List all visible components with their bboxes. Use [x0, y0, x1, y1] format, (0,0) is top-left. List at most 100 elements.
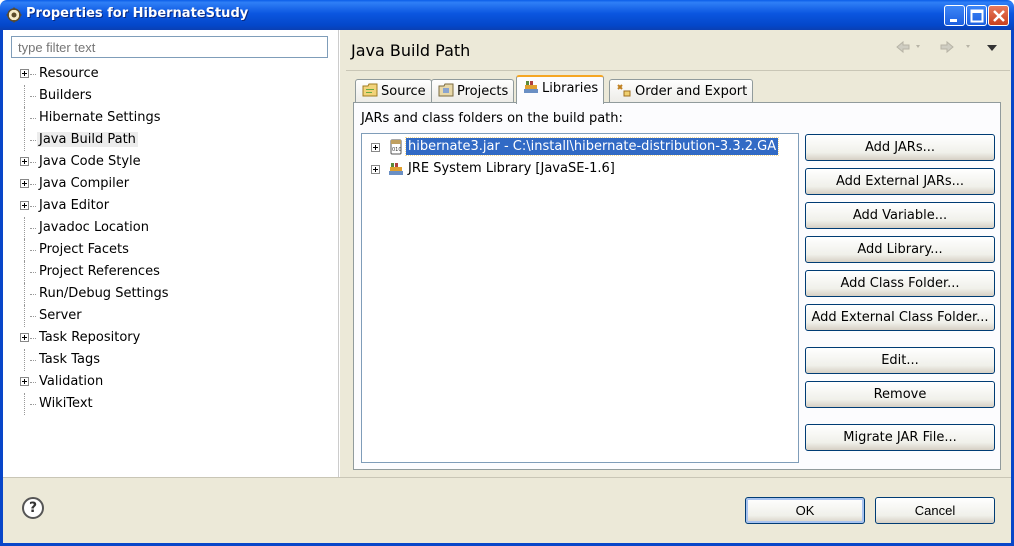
libraries-icon	[524, 81, 538, 93]
tree-item-label: Resource	[39, 66, 99, 81]
tree-item[interactable]: Javadoc Location	[0, 217, 336, 239]
back-nav-icon[interactable]	[894, 40, 930, 54]
tree-connector	[30, 118, 36, 119]
tree-connector	[30, 316, 36, 317]
window-title: Properties for HibernateStudy	[26, 6, 249, 21]
list-item-hibernate-jar[interactable]: 010 hibernate3.jar - C:\install\hibernat…	[362, 136, 798, 158]
tree-connector	[24, 129, 25, 151]
tree-item[interactable]: Task Tags	[0, 349, 336, 371]
tree-connector	[24, 393, 25, 415]
svg-text:010: 010	[392, 147, 402, 153]
expand-icon[interactable]	[20, 69, 29, 78]
tree-item[interactable]: Java Compiler	[0, 173, 336, 195]
tree-item[interactable]: Java Build Path	[0, 129, 336, 151]
migrate-jar-button[interactable]: Migrate JAR File...	[805, 424, 995, 451]
tab-libraries[interactable]: Libraries	[516, 75, 605, 104]
tree-item-label: Server	[39, 308, 82, 323]
close-button[interactable]	[988, 5, 1009, 26]
tree-item-label: Javadoc Location	[39, 220, 149, 235]
tree-connector	[30, 250, 36, 251]
order-export-icon	[617, 84, 631, 97]
add-external-class-folder-button[interactable]: Add External Class Folder...	[805, 304, 995, 331]
tree-item[interactable]: Hibernate Settings	[0, 107, 336, 129]
tree-item[interactable]: WikiText	[0, 393, 336, 415]
tree-connector	[30, 338, 36, 339]
minimize-icon	[950, 19, 957, 22]
remove-button[interactable]: Remove	[805, 381, 995, 408]
tab-projects-label: Projects	[457, 84, 509, 99]
expand-icon[interactable]	[20, 201, 29, 210]
tree-item[interactable]: Validation	[0, 371, 336, 393]
tree-item[interactable]: Builders	[0, 85, 336, 107]
add-external-jars-button[interactable]: Add External JARs...	[805, 168, 995, 195]
build-path-description: JARs and class folders on the build path…	[361, 111, 623, 126]
tree-connector	[30, 96, 36, 97]
add-variable-button[interactable]: Add Variable...	[805, 202, 995, 229]
expand-icon[interactable]	[371, 165, 380, 174]
ok-button[interactable]: OK	[745, 497, 865, 524]
tree-item-label: Run/Debug Settings	[39, 286, 169, 301]
tree-item[interactable]: Project References	[0, 261, 336, 283]
tree-connector	[24, 85, 25, 107]
tree-connector	[30, 140, 36, 141]
tree-connector	[30, 184, 36, 185]
tree-item-label: Validation	[39, 374, 104, 389]
expand-icon[interactable]	[20, 333, 29, 342]
add-library-button[interactable]: Add Library...	[805, 236, 995, 263]
expand-icon[interactable]	[20, 157, 29, 166]
tree-item[interactable]: Project Facets	[0, 239, 336, 261]
tree-item-label: Project References	[39, 264, 160, 279]
tree-item-label: Java Code Style	[39, 154, 141, 169]
view-menu-icon[interactable]	[985, 43, 999, 53]
tree-connector	[24, 261, 25, 283]
build-path-list[interactable]: 010 hibernate3.jar - C:\install\hibernat…	[361, 133, 799, 463]
expand-icon[interactable]	[20, 179, 29, 188]
tree-item-label: Project Facets	[39, 242, 129, 257]
tree-connector	[24, 217, 25, 239]
tree-connector	[30, 294, 36, 295]
tab-projects[interactable]: Projects	[431, 79, 515, 103]
help-icon[interactable]: ?	[22, 497, 44, 519]
tree-connector	[24, 107, 25, 129]
tree-connector	[30, 206, 36, 207]
tree-item-label: Java Editor	[39, 198, 110, 213]
tree-item-label: Task Tags	[39, 352, 100, 367]
tree-connector	[30, 382, 36, 383]
add-class-folder-button[interactable]: Add Class Folder...	[805, 270, 995, 297]
tab-source[interactable]: Source	[355, 79, 432, 103]
eclipse-gear-icon	[6, 7, 22, 23]
tree-item[interactable]: Run/Debug Settings	[0, 283, 336, 305]
edit-button[interactable]: Edit...	[805, 347, 995, 374]
tree-item-label: Builders	[39, 88, 92, 103]
tree-item[interactable]: Task Repository	[0, 327, 336, 349]
tree-item-label: Java Build Path	[37, 132, 138, 147]
list-item-jre-library[interactable]: JRE System Library [JavaSE-1.6]	[362, 158, 798, 180]
tree-connector	[24, 305, 25, 327]
tree-item[interactable]: Server	[0, 305, 336, 327]
tab-order-export[interactable]: Order and Export	[609, 79, 754, 103]
minimize-button[interactable]	[944, 5, 965, 26]
expand-icon[interactable]	[20, 377, 29, 386]
tab-libraries-label: Libraries	[542, 81, 599, 96]
tab-source-label: Source	[381, 84, 426, 99]
expand-icon[interactable]	[371, 143, 380, 152]
maximize-icon	[970, 9, 984, 23]
tree-item[interactable]: Java Code Style	[0, 151, 336, 173]
tree-item-label: WikiText	[39, 396, 93, 411]
tree-item-label: Task Repository	[39, 330, 141, 345]
forward-nav-icon[interactable]	[938, 40, 974, 54]
filter-input[interactable]	[11, 36, 328, 58]
tree-connector	[24, 349, 25, 371]
close-icon	[993, 10, 1005, 22]
cancel-button[interactable]: Cancel	[875, 497, 995, 524]
tree-item[interactable]: Java Editor	[0, 195, 336, 217]
add-jars-button[interactable]: Add JARs...	[805, 134, 995, 161]
tree-connector	[24, 239, 25, 261]
list-item-label: hibernate3.jar - C:\install\hibernate-di…	[404, 137, 780, 156]
projects-icon	[438, 83, 454, 97]
tree-item[interactable]: Resource	[0, 63, 336, 85]
title-bar[interactable]: Properties for HibernateStudy	[0, 0, 1014, 30]
tree-connector	[30, 162, 36, 163]
maximize-button[interactable]	[966, 5, 987, 26]
tab-order-export-label: Order and Export	[635, 84, 748, 99]
